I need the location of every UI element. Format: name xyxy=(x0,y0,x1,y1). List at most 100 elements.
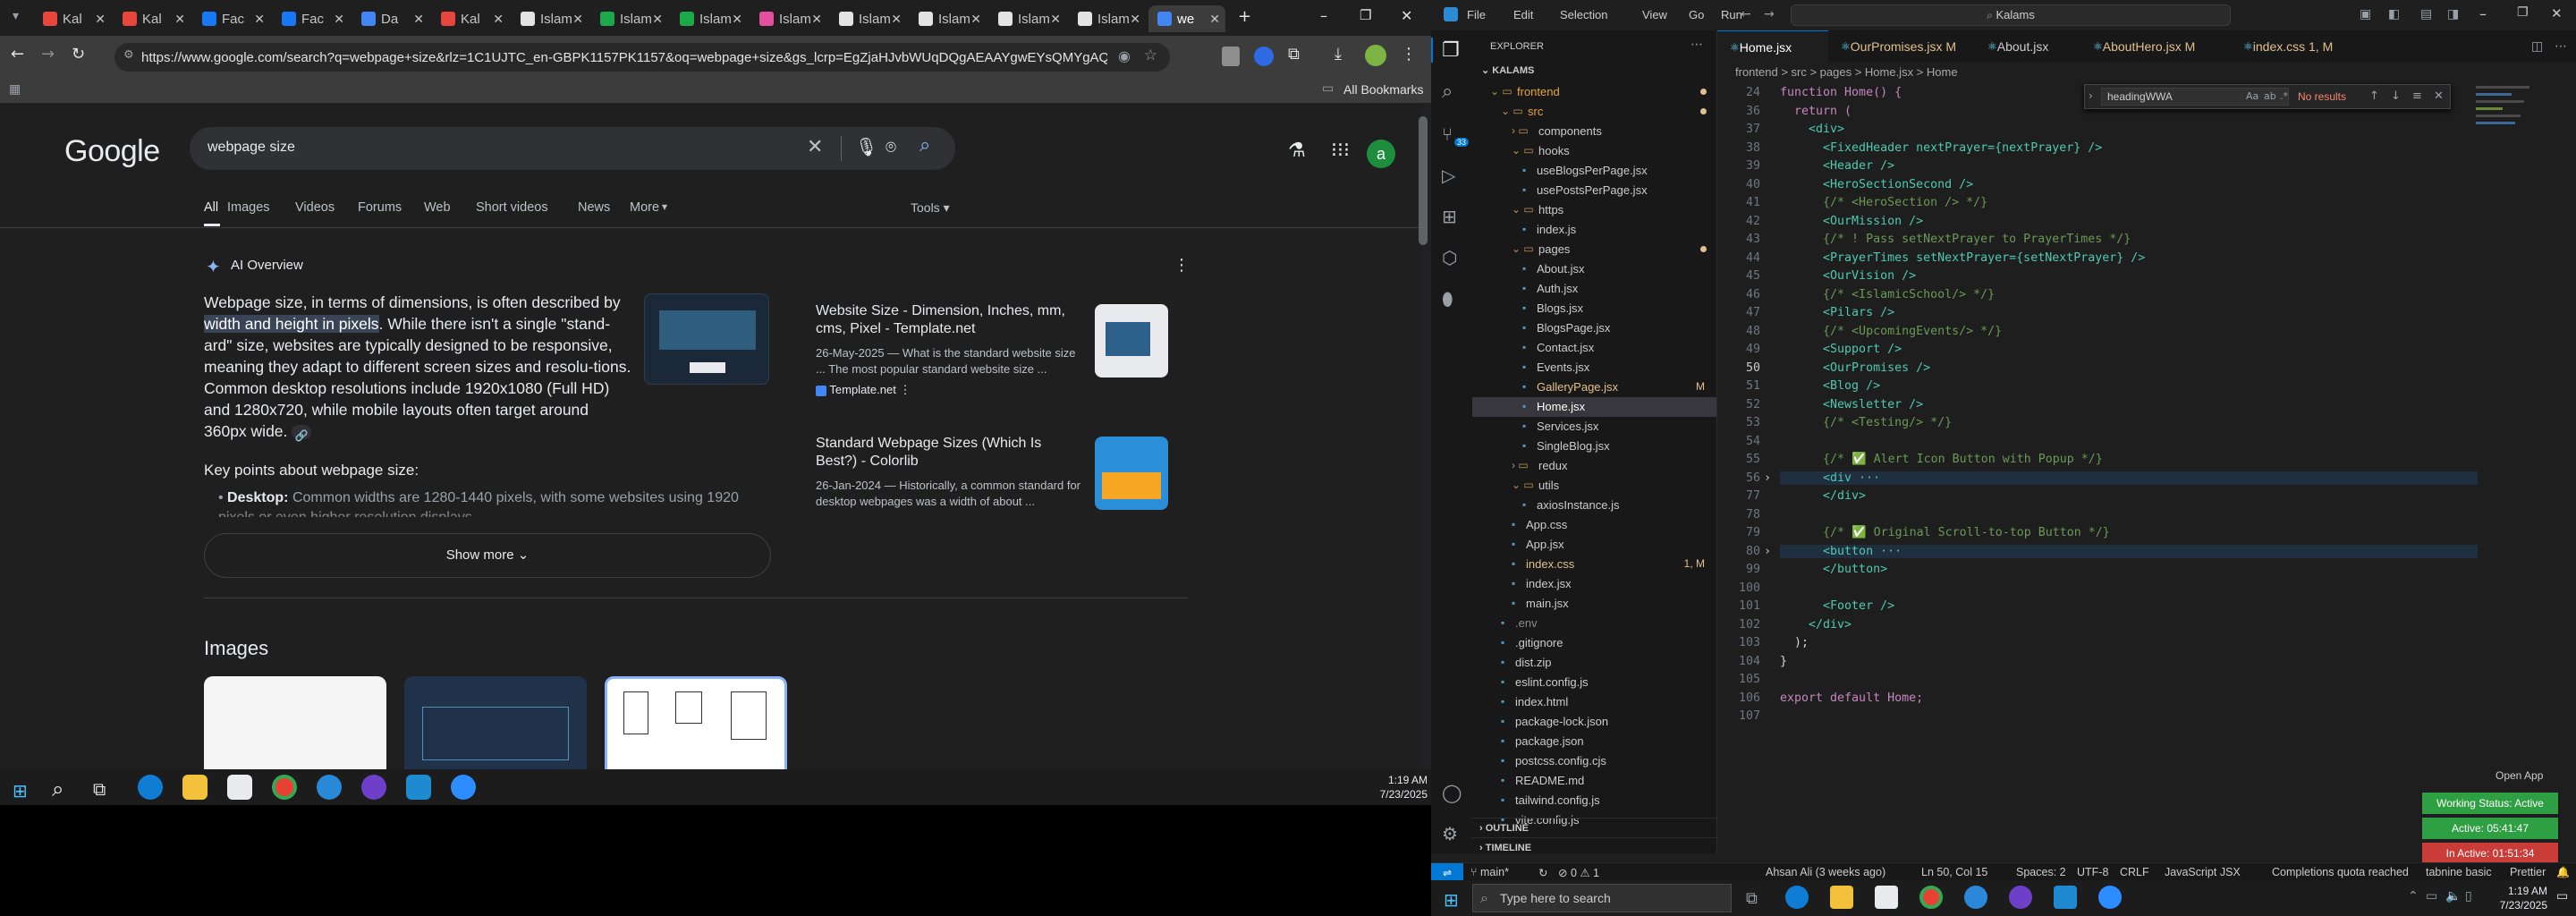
code-line[interactable]: </button> xyxy=(1780,563,1887,576)
right-clock[interactable]: 1:19 AM 7/23/2025 xyxy=(2485,884,2547,912)
menu-item[interactable]: Go xyxy=(1689,8,1704,21)
zoom-icon-2[interactable] xyxy=(2098,886,2122,909)
code-line[interactable]: </div> xyxy=(1780,618,1852,632)
google-logo[interactable]: Google xyxy=(64,134,160,169)
tab-close-icon[interactable]: ✕ xyxy=(1130,12,1140,27)
edge-icon-2[interactable] xyxy=(1785,886,1809,909)
sync-icon[interactable]: ↻ xyxy=(1538,866,1547,879)
extensions-puzzle-icon[interactable]: ⧉ xyxy=(1288,45,1300,64)
menu-item[interactable]: Run xyxy=(1721,8,1742,21)
browser-tab[interactable]: Islamic✕ xyxy=(671,5,748,32)
menu-item[interactable]: Edit xyxy=(1513,8,1533,21)
browser-tab[interactable]: Islamic✕ xyxy=(1069,5,1146,32)
minimize-icon[interactable]: – xyxy=(1320,7,1327,24)
editor-tab[interactable]: ⚛ OurPromises.jsx M xyxy=(1828,30,1975,63)
tree-item[interactable]: ▪ GalleryPage.jsx M xyxy=(1472,377,1716,397)
tree-item[interactable]: ▪ Contact.jsx xyxy=(1472,338,1716,358)
tab-close-icon[interactable]: ✕ xyxy=(254,12,265,27)
code-line[interactable]: <Pilars /> xyxy=(1780,306,1894,319)
tab-close-icon[interactable]: ✕ xyxy=(334,12,344,27)
code-line[interactable]: <Footer /> xyxy=(1780,599,1894,613)
tree-item[interactable]: ▪ README.md xyxy=(1472,771,1716,791)
google-apps-icon[interactable]: ⁝⁝⁝ xyxy=(1331,140,1350,162)
tree-item[interactable]: ▪ .gitignore xyxy=(1472,633,1716,653)
code-line[interactable]: <Header /> xyxy=(1780,159,1894,173)
whole-word-icon[interactable]: ab xyxy=(2264,90,2276,102)
mic-icon[interactable]: 🎙 xyxy=(855,136,877,157)
battery-icon[interactable]: ▯ xyxy=(2465,889,2472,903)
code-line[interactable]: <PrayerTimes setNextPrayer={setNextPraye… xyxy=(1780,251,2145,265)
search-tab[interactable]: Short videos xyxy=(476,200,548,215)
tree-item[interactable]: ▪ axiosInstance.js xyxy=(1472,496,1716,515)
command-center[interactable]: ⌕ Kalams xyxy=(1791,4,2231,26)
code-line[interactable]: {/* ! Pass setNextPrayer to PrayerTimes … xyxy=(1780,233,2131,246)
fold-chevron-icon[interactable]: › xyxy=(1764,545,1771,558)
code-line[interactable]: export default Home; xyxy=(1780,691,1923,705)
tab-close-icon[interactable]: ✕ xyxy=(1209,12,1220,27)
match-case-icon[interactable]: Aa xyxy=(2246,90,2258,102)
lens-icon[interactable]: ⌾ xyxy=(886,136,896,157)
search-tab[interactable]: All xyxy=(204,200,218,215)
nav-forward-icon[interactable]: → xyxy=(1764,7,1775,21)
browser-tab[interactable]: we ✕ xyxy=(1148,5,1225,32)
tree-item[interactable]: ▪ package.json xyxy=(1472,732,1716,751)
next-match-icon[interactable]: ↓ xyxy=(2391,89,2401,103)
tab-close-icon[interactable]: ✕ xyxy=(95,12,106,27)
browser-tab[interactable]: Islamic✕ xyxy=(830,5,907,32)
browser-tab[interactable]: Kal ✕ xyxy=(432,5,509,32)
browser-tab[interactable]: Islamic✕ xyxy=(591,5,668,32)
browser-tab[interactable]: Kal ✕ xyxy=(34,5,111,32)
search-tab[interactable]: Forums xyxy=(358,200,402,215)
browser-tab[interactable]: Islamic✕ xyxy=(910,5,987,32)
tree-item[interactable]: ▪ index.css 1, M xyxy=(1472,555,1716,574)
tree-item[interactable]: ▪ usePostsPerPage.jsx xyxy=(1472,181,1716,200)
forward-icon[interactable]: → xyxy=(41,45,55,64)
tree-item[interactable]: ▪ index.js xyxy=(1472,220,1716,240)
timeline-panel[interactable]: › TIMELINE xyxy=(1472,837,1716,853)
completions-status[interactable]: Completions quota reached xyxy=(2272,866,2409,878)
tree-item[interactable]: › ▭ components xyxy=(1472,122,1716,141)
menu-item[interactable]: File xyxy=(1467,8,1486,21)
browser-tab[interactable]: Fac ✕ xyxy=(193,5,270,32)
split-editor-icon[interactable]: ◫ xyxy=(2531,39,2543,54)
code-line[interactable]: <OurMission /> xyxy=(1780,215,1923,228)
indentation[interactable]: Spaces: 2 xyxy=(2016,866,2066,878)
tree-item[interactable]: ▪ BlogsPage.jsx xyxy=(1472,318,1716,338)
explorer-icon[interactable]: ❐ xyxy=(1442,39,1460,62)
git-blame[interactable]: Ahsan Ali (3 weeks ago) xyxy=(1766,866,1885,878)
tree-item[interactable]: ▪ Blogs.jsx xyxy=(1472,299,1716,318)
secondary-sidebar-icon[interactable]: ◨ xyxy=(2447,7,2459,21)
result-title-2[interactable]: Standard Webpage Sizes (Which Is Best?) … xyxy=(816,435,1084,471)
tree-item[interactable]: › ▭ redux xyxy=(1472,456,1716,476)
tree-item[interactable]: ▪ About.jsx xyxy=(1472,259,1716,279)
file-explorer-icon[interactable] xyxy=(182,775,208,800)
tab-close-icon[interactable]: ✕ xyxy=(1050,12,1061,27)
image-result-3[interactable] xyxy=(605,676,787,769)
result-thumbnail-2[interactable] xyxy=(1095,437,1168,510)
address-bar[interactable]: ⚙ https://www.google.com/search?q=webpag… xyxy=(114,43,1170,72)
code-line[interactable]: {/* <HeroSection /> */} xyxy=(1780,196,1987,209)
explorer-more-icon[interactable]: ⋯ xyxy=(1690,38,1703,52)
tree-item[interactable]: ▪ eslint.config.js xyxy=(1472,673,1716,692)
open-app-link[interactable]: Open App xyxy=(2496,769,2543,782)
result-title-1[interactable]: Website Size - Dimension, Inches, mm, cm… xyxy=(816,302,1084,338)
regex-icon[interactable]: .* xyxy=(2280,90,2288,102)
previous-match-icon[interactable]: ↑ xyxy=(2369,89,2379,103)
show-more-button[interactable]: Show more ⌄ xyxy=(204,533,771,578)
tree-item[interactable]: ⌄ ▭ https xyxy=(1472,200,1716,220)
notifications-icon[interactable]: 🔔 xyxy=(2556,866,2570,878)
taskbar-search[interactable]: ⌕ Type here to search xyxy=(1472,884,1732,912)
remote-icon[interactable]: ⬡ xyxy=(1442,247,1457,268)
app-icon[interactable] xyxy=(317,775,342,800)
github-desktop-icon-2[interactable] xyxy=(2009,886,2032,909)
new-tab-icon[interactable]: + xyxy=(1238,7,1251,26)
tab-close-icon[interactable]: ✕ xyxy=(891,12,902,27)
problems-indicator[interactable]: ⊘ 0 ⚠ 1 xyxy=(1558,866,1599,879)
reload-icon[interactable]: ↻ xyxy=(72,45,85,64)
apps-grid-icon[interactable]: ▦ xyxy=(9,82,21,97)
task-view-icon-2[interactable]: ⧉ xyxy=(1746,889,1758,908)
tree-item[interactable]: ▪ dist.zip xyxy=(1472,653,1716,673)
code-line[interactable]: <Newsletter /> xyxy=(1780,398,1923,411)
tray-chevron-icon[interactable]: ⌃ xyxy=(2408,889,2419,903)
code-line[interactable]: <Support /> xyxy=(1780,343,1902,356)
